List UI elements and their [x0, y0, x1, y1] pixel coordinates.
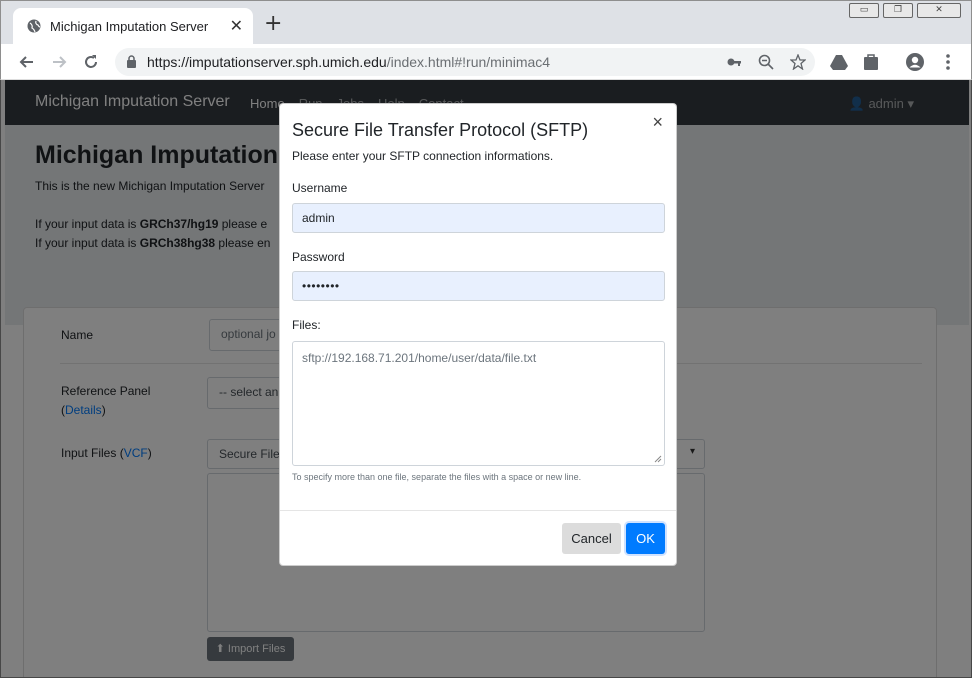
star-icon[interactable]: [790, 54, 806, 70]
address-bar[interactable]: https://imputationserver.sph.umich.edu/i…: [115, 48, 815, 76]
profile-icon[interactable]: [905, 52, 925, 72]
password-input[interactable]: ••••••••: [292, 271, 665, 301]
drive-icon[interactable]: [829, 52, 849, 72]
browser-titlebar: Michigan Imputation Server ✕ + ▭ ❐ ✕: [0, 0, 972, 45]
dialog-subtitle: Please enter your SFTP connection inform…: [292, 149, 554, 163]
maximize-button[interactable]: ❐: [883, 3, 913, 18]
key-icon[interactable]: [726, 54, 742, 70]
files-help-text: To specify more than one file, separate …: [292, 472, 582, 482]
username-label: Username: [292, 181, 348, 195]
window-close-button[interactable]: ✕: [917, 3, 961, 18]
extension-icon[interactable]: [861, 52, 881, 72]
username-input[interactable]: admin: [292, 203, 665, 233]
ok-button[interactable]: OK: [626, 523, 665, 554]
sftp-dialog: Secure File Transfer Protocol (SFTP) × P…: [279, 103, 677, 566]
forward-icon[interactable]: [49, 52, 69, 72]
dialog-close-icon[interactable]: ×: [652, 112, 663, 133]
dialog-footer-divider: [280, 510, 676, 511]
files-textarea[interactable]: sftp://192.168.71.201/home/user/data/fil…: [292, 341, 665, 466]
files-placeholder: sftp://192.168.71.201/home/user/data/fil…: [302, 351, 537, 365]
zoom-out-icon[interactable]: [758, 54, 774, 70]
dialog-title: Secure File Transfer Protocol (SFTP): [292, 120, 589, 140]
browser-toolbar: https://imputationserver.sph.umich.edu/i…: [0, 44, 972, 80]
lock-icon: [127, 55, 136, 68]
back-icon[interactable]: [17, 52, 37, 72]
new-tab-button[interactable]: +: [264, 13, 282, 35]
password-label: Password: [292, 250, 345, 264]
minimize-button[interactable]: ▭: [849, 3, 879, 18]
cancel-button[interactable]: Cancel: [562, 523, 621, 554]
url-text: https://imputationserver.sph.umich.edu/i…: [147, 54, 551, 70]
globe-icon: [27, 19, 41, 33]
menu-icon[interactable]: [938, 52, 958, 72]
tab-title: Michigan Imputation Server: [50, 19, 209, 34]
tab-close-icon[interactable]: ✕: [230, 16, 243, 35]
window-controls: ▭ ❐ ✕: [849, 3, 961, 18]
reload-icon[interactable]: [81, 52, 101, 72]
browser-tab[interactable]: Michigan Imputation Server ✕: [13, 8, 253, 45]
files-label: Files:: [292, 318, 321, 332]
resize-grip-icon[interactable]: [654, 455, 662, 463]
